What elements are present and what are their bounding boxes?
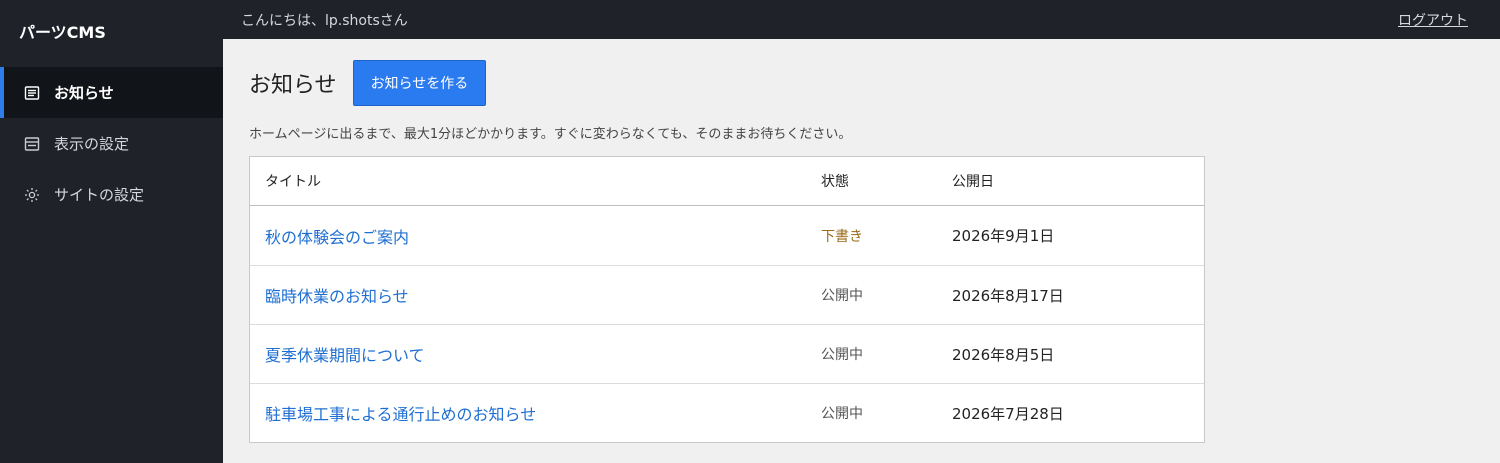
table-row: 駐車場工事による通行止めのお知らせ 公開中 2026年7月28日 xyxy=(250,383,1204,442)
app: パーツCMS お知らせ 表示の設定 サイトの設定 こんにちは、lp.shotsさ… xyxy=(0,0,1500,463)
main-content: お知らせ お知らせを作る ホームページに出るまで、最大1分ほどかかります。すぐに… xyxy=(249,39,1205,443)
status-badge: 公開中 xyxy=(821,406,863,422)
window-icon xyxy=(24,136,40,152)
sidebar: パーツCMS お知らせ 表示の設定 サイトの設定 xyxy=(0,0,223,463)
news-title-link[interactable]: 秋の体験会のご案内 xyxy=(265,228,409,247)
sidebar-item-label: お知らせ xyxy=(54,84,114,102)
table-header: タイトル 状態 公開日 xyxy=(250,157,1204,206)
publish-date: 2026年9月1日 xyxy=(952,227,1055,245)
sidebar-item-display-settings[interactable]: 表示の設定 xyxy=(0,118,223,169)
table-row: 臨時休業のお知らせ 公開中 2026年8月17日 xyxy=(250,265,1204,324)
create-news-button[interactable]: お知らせを作る xyxy=(352,60,487,106)
table-row: 夏季休業期間について 公開中 2026年8月5日 xyxy=(250,324,1204,383)
brand-logo: パーツCMS xyxy=(19,23,106,42)
column-header-title: タイトル xyxy=(265,174,321,190)
status-badge: 公開中 xyxy=(821,288,863,304)
logout-link[interactable]: ログアウト xyxy=(1398,10,1468,30)
news-table: タイトル 状態 公開日 秋の体験会のご案内 下書き 2026年9月1日 臨時休業… xyxy=(249,156,1205,443)
topbar: こんにちは、lp.shotsさん ログアウト xyxy=(223,0,1500,39)
sidebar-item-site-settings[interactable]: サイトの設定 xyxy=(0,169,223,220)
news-title-link[interactable]: 夏季休業期間について xyxy=(265,346,425,365)
publish-date: 2026年7月28日 xyxy=(952,404,1064,423)
status-badge: 下書き xyxy=(821,228,863,245)
sidebar-item-label: サイトの設定 xyxy=(54,186,145,204)
title-row: お知らせ お知らせを作る xyxy=(249,60,1205,106)
gear-icon xyxy=(24,187,40,203)
column-header-date: 公開日 xyxy=(952,174,994,190)
sidebar-item-label: 表示の設定 xyxy=(54,135,130,153)
status-badge: 公開中 xyxy=(821,347,863,363)
list-icon xyxy=(24,85,40,101)
publish-date: 2026年8月5日 xyxy=(952,345,1055,364)
publish-date: 2026年8月17日 xyxy=(952,286,1064,305)
column-header-status: 状態 xyxy=(821,174,849,190)
table-row: 秋の体験会のご案内 下書き 2026年9月1日 xyxy=(250,206,1204,265)
news-title-link[interactable]: 駐車場工事による通行止めのお知らせ xyxy=(265,405,536,424)
notice-text: ホームページに出るまで、最大1分ほどかかります。すぐに変わらなくても、そのままお… xyxy=(249,127,852,142)
greeting-text: こんにちは、lp.shotsさん xyxy=(241,12,408,29)
news-title-link[interactable]: 臨時休業のお知らせ xyxy=(265,287,409,306)
page-title: お知らせ xyxy=(249,73,337,98)
sidebar-item-news[interactable]: お知らせ xyxy=(0,67,223,118)
